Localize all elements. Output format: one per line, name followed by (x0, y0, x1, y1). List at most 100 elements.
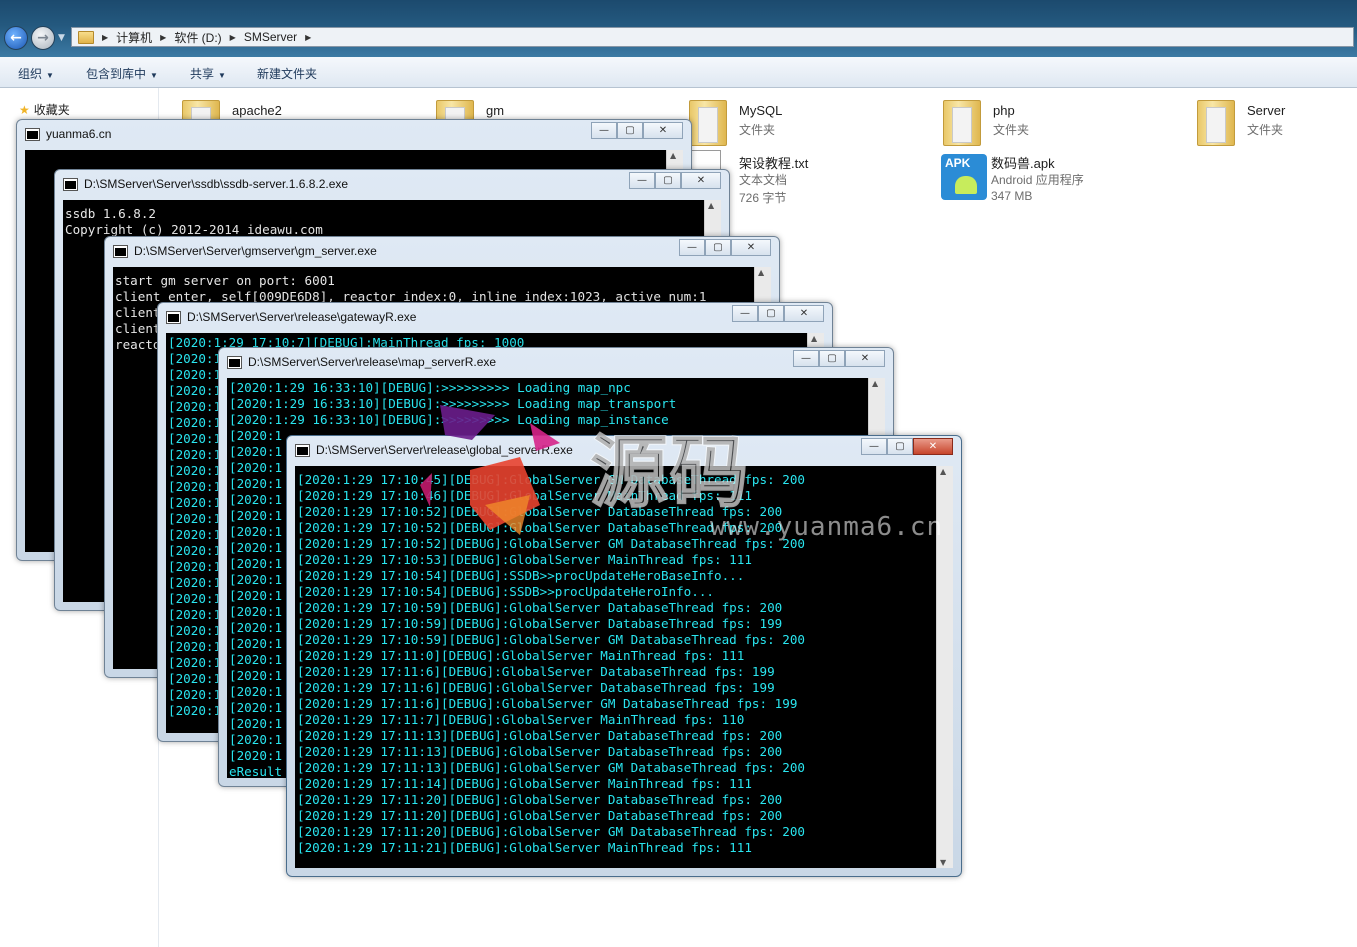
chevron-right-icon[interactable]: ▶ (305, 33, 311, 42)
window-title: D:\SMServer\Server\release\map_serverR.e… (248, 355, 497, 369)
item-type: 文件夹 (1247, 123, 1284, 137)
console-line: start gm server on port: 6001 (115, 273, 335, 288)
item-type: 文件夹 (993, 123, 1030, 137)
arrow-right-icon: → (37, 30, 49, 46)
recent-pages-dropdown[interactable]: ▼ (58, 33, 65, 43)
breadcrumb-drive[interactable]: 软件 (D:) (174, 29, 221, 46)
maximize-button[interactable]: ▢ (758, 305, 784, 322)
console-output: [2020:1:29 17:10:45][DEBUG]:GlobalServer… (295, 466, 937, 868)
minimize-button[interactable]: — (793, 350, 819, 367)
maximize-button[interactable]: ▢ (617, 122, 643, 139)
console-line: ssdb 1.6.8.2 (65, 206, 156, 221)
item-name: Server (1247, 103, 1286, 118)
console-line: [2020:1:29 17:10:52][DEBUG]:GlobalServer… (297, 520, 783, 535)
back-button[interactable]: ← (4, 26, 28, 50)
folder-icon (689, 100, 727, 146)
arrow-left-icon: ← (10, 30, 22, 46)
item-name: MySQL (739, 103, 783, 118)
console-icon (25, 127, 40, 141)
chevron-right-icon[interactable]: ▶ (160, 33, 166, 42)
share-menu[interactable]: 共享 ▼ (190, 65, 226, 82)
minimize-button[interactable]: — (679, 239, 705, 256)
organize-label: 组织 (18, 67, 43, 81)
item-type: 文件夹 (739, 123, 776, 137)
console-line: [2020:1:29 17:11:0][DEBUG]:GlobalServer … (297, 648, 745, 663)
close-button[interactable]: ✕ (913, 438, 953, 455)
console-line: [2020:1:29 17:11:20][DEBUG]:GlobalServer… (297, 792, 783, 807)
close-button[interactable]: ✕ (731, 239, 771, 256)
console-line: [2020:1:29 17:10:59][DEBUG]:GlobalServer… (297, 600, 783, 615)
breadcrumb-folder[interactable]: SMServer (244, 30, 297, 44)
maximize-button[interactable]: ▢ (887, 438, 913, 455)
folder-icon (1197, 100, 1235, 146)
favorites-label: 收藏夹 (33, 103, 70, 117)
chevron-right-icon[interactable]: ▶ (102, 33, 108, 42)
console-line: [2020:1:29 17:11:13][DEBUG]:GlobalServer… (297, 728, 783, 743)
vertical-scrollbar[interactable] (936, 466, 953, 868)
window-title: D:\SMServer\Server\ssdb\ssdb-server.1.6.… (84, 177, 349, 191)
close-button[interactable]: ✕ (845, 350, 885, 367)
console-icon (295, 443, 310, 457)
chevron-down-icon: ▼ (150, 71, 158, 80)
window-title: D:\SMServer\Server\gmserver\gm_server.ex… (134, 244, 377, 258)
close-button[interactable]: ✕ (784, 305, 824, 322)
breadcrumb-computer[interactable]: 计算机 (116, 29, 152, 46)
item-name: gm (486, 103, 505, 118)
item-size: 726 字节 (739, 191, 787, 205)
console-icon (63, 177, 78, 191)
favorites-item[interactable]: ★ 收藏夹 (19, 101, 70, 118)
new-folder-button[interactable]: 新建文件夹 (257, 65, 317, 82)
console-line: [2020:1:29 17:11:14][DEBUG]:GlobalServer… (297, 776, 752, 791)
folder-server[interactable]: Server 文件夹 (1197, 100, 1347, 150)
console-line: [2020:1:29 17:10:45][DEBUG]:GlobalServer… (297, 472, 805, 487)
forward-button[interactable]: → (31, 26, 55, 50)
console-line: [2020:1:29 17:10:52][DEBUG]:GlobalServer… (297, 536, 805, 551)
minimize-button[interactable]: — (732, 305, 758, 322)
console-icon (227, 355, 242, 369)
console-line: [2020:1:29 16:33:10][DEBUG]:>>>>>>>>> Lo… (229, 412, 669, 427)
console-line: [2020:1:29 17:11:6][DEBUG]:GlobalServer … (297, 680, 775, 695)
window-title: yuanma6.cn (46, 127, 112, 141)
item-name: php (993, 103, 1015, 118)
item-size: 347 MB (991, 189, 1033, 203)
window-title: D:\SMServer\Server\release\global_server… (316, 443, 573, 457)
folder-php[interactable]: php 文件夹 (943, 100, 1143, 150)
item-name: 架设教程.txt (739, 156, 809, 171)
chevron-down-icon: ▼ (46, 71, 54, 80)
file-apk[interactable]: APK 数码兽.apk Android 应用程序 347 MB (941, 154, 1141, 210)
include-in-library-menu[interactable]: 包含到库中 ▼ (86, 65, 158, 82)
minimize-button[interactable]: — (629, 172, 655, 189)
chevron-right-icon[interactable]: ▶ (230, 33, 236, 42)
minimize-button[interactable]: — (591, 122, 617, 139)
address-bar[interactable]: ▶ 计算机 ▶ 软件 (D:) ▶ SMServer ▶ (71, 27, 1354, 47)
folder-icon (78, 30, 94, 44)
maximize-button[interactable]: ▢ (705, 239, 731, 256)
minimize-button[interactable]: — (861, 438, 887, 455)
console-line: [2020:1:29 17:11:6][DEBUG]:GlobalServer … (297, 664, 775, 679)
console-line: [2020:1:29 17:11:20][DEBUG]:GlobalServer… (297, 824, 805, 839)
console-line: [2020:1:29 16:33:10][DEBUG]:>>>>>>>>> Lo… (229, 380, 631, 395)
console-icon (166, 310, 181, 324)
console-line: [2020:1:29 17:11:20][DEBUG]:GlobalServer… (297, 808, 783, 823)
window-title: D:\SMServer\Server\release\gatewayR.exe (187, 310, 417, 324)
item-type: 文本文档 (739, 173, 788, 187)
share-label: 共享 (190, 67, 215, 81)
console-line: [2020:1:29 17:10:59][DEBUG]:GlobalServer… (297, 616, 783, 631)
console-line: [2020:1:29 17:10:54][DEBUG]:SSDB>>procUp… (297, 584, 715, 599)
console-line: [2020:1:29 17:11:13][DEBUG]:GlobalServer… (297, 744, 783, 759)
console-line: [2020:1:29 17:11:21][DEBUG]:GlobalServer… (297, 840, 752, 855)
organize-menu[interactable]: 组织 ▼ (18, 65, 54, 82)
console-line: [2020:1:29 16:33:10][DEBUG]:>>>>>>>>> Lo… (229, 396, 677, 411)
folder-mysql[interactable]: MySQL 文件夹 (689, 100, 889, 150)
item-name: apache2 (232, 103, 282, 118)
console-line: [2020:1:29 17:10:46][DEBUG]:GlobalServer… (297, 488, 752, 503)
maximize-button[interactable]: ▢ (655, 172, 681, 189)
console-line: [2020:1:29 17:10:53][DEBUG]:GlobalServer… (297, 552, 752, 567)
console-window-globalserver[interactable]: D:\SMServer\Server\release\global_server… (286, 435, 962, 877)
folder-icon (943, 100, 981, 146)
maximize-button[interactable]: ▢ (819, 350, 845, 367)
android-icon (955, 176, 977, 194)
close-button[interactable]: ✕ (643, 122, 683, 139)
command-bar: 组织 ▼ 包含到库中 ▼ 共享 ▼ 新建文件夹 (0, 57, 1357, 88)
close-button[interactable]: ✕ (681, 172, 721, 189)
